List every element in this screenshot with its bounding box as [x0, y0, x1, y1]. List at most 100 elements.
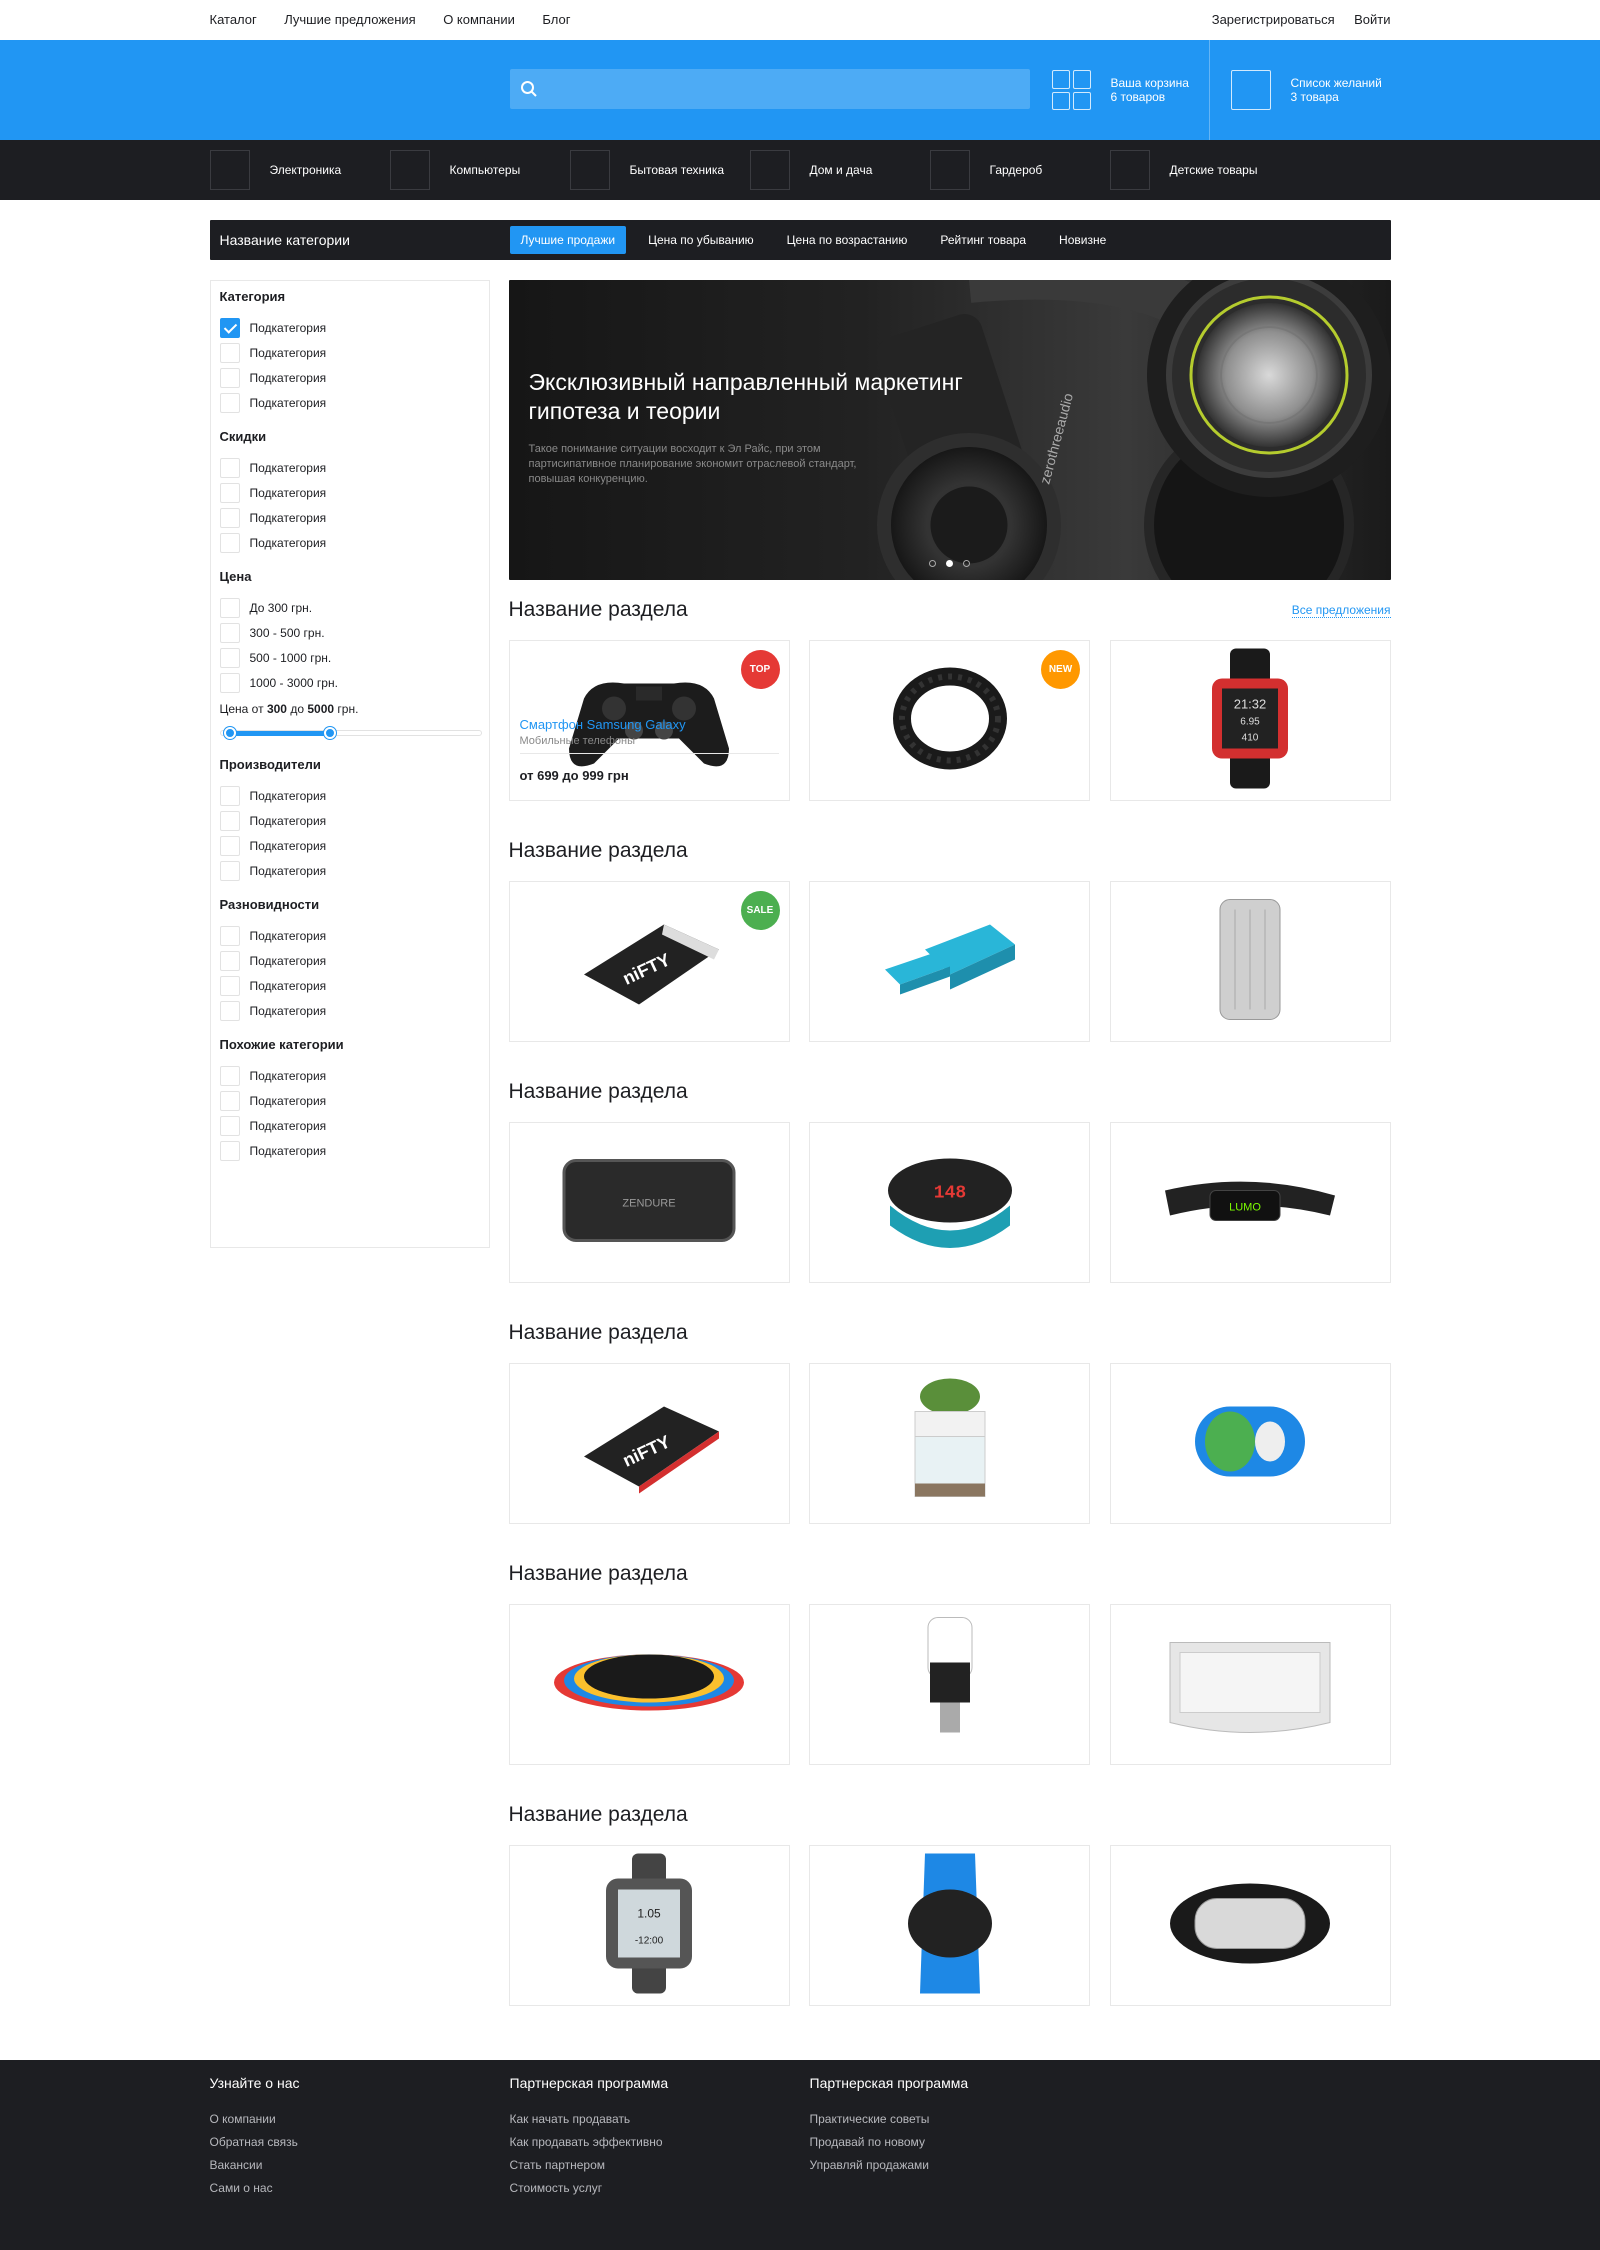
checkbox-icon[interactable]	[219, 647, 240, 668]
filter-checkbox[interactable]: Подкатегория	[219, 833, 489, 858]
checkbox-icon[interactable]	[219, 367, 240, 388]
filter-checkbox[interactable]: Подкатегория	[219, 783, 489, 808]
footer-link[interactable]: Продавай по новому	[810, 2135, 1110, 2149]
filter-checkbox[interactable]: Подкатегория	[219, 998, 489, 1023]
product-card[interactable]	[508, 1604, 790, 1765]
top-nav-best-offers[interactable]: Лучшие предложения	[284, 12, 416, 27]
filter-checkbox[interactable]: Подкатегория	[219, 390, 489, 415]
register-link[interactable]: Зарегистрироваться	[1212, 12, 1335, 27]
filter-checkbox[interactable]: Подкатегория	[219, 505, 489, 530]
filter-checkbox[interactable]: Подкатегория	[219, 1113, 489, 1138]
cart-button[interactable]: Ваша корзина 6 товаров	[1051, 40, 1189, 140]
footer-link[interactable]: Как начать продавать	[510, 2112, 810, 2126]
checkbox-icon[interactable]	[219, 785, 240, 806]
checkbox-icon[interactable]	[219, 860, 240, 881]
tab-price-desc[interactable]: Цена по убыванию	[637, 226, 765, 254]
product-card[interactable]	[1109, 1845, 1391, 2006]
product-card[interactable]: ZENDURE	[508, 1122, 790, 1283]
filter-checkbox[interactable]: Подкатегория	[219, 1088, 489, 1113]
product-card[interactable]: niFTY SALE	[508, 881, 790, 1042]
search-input[interactable]	[509, 69, 1030, 109]
filter-checkbox[interactable]: Подкатегория	[219, 315, 489, 340]
footer-link[interactable]: Практические советы	[810, 2112, 1110, 2126]
tab-price-asc[interactable]: Цена по возрастанию	[776, 226, 919, 254]
checkbox-icon[interactable]	[219, 532, 240, 553]
filter-checkbox[interactable]: Подкатегория	[219, 340, 489, 365]
wishlist-button[interactable]: Список желаний 3 товара	[1230, 40, 1382, 140]
checkbox-icon[interactable]	[219, 317, 240, 338]
checkbox-icon[interactable]	[219, 342, 240, 363]
checkbox-icon[interactable]	[219, 622, 240, 643]
filter-checkbox[interactable]: Подкатегория	[219, 480, 489, 505]
product-card[interactable]: LUMO	[1109, 1122, 1391, 1283]
filter-checkbox[interactable]: Подкатегория	[219, 973, 489, 998]
slider-handle-max[interactable]	[323, 727, 336, 739]
checkbox-icon[interactable]	[219, 1065, 240, 1086]
product-card[interactable]: niFTY	[508, 1363, 790, 1524]
product-card[interactable]	[809, 1363, 1090, 1524]
category-home-garden[interactable]: Дом и дача	[749, 150, 930, 190]
filter-checkbox[interactable]: Подкатегория	[219, 365, 489, 390]
product-card[interactable]: TOP Смартфон Samsung Galaxy Мобильные те…	[508, 640, 790, 801]
product-card[interactable]	[1109, 881, 1391, 1042]
checkbox-icon[interactable]	[219, 1090, 240, 1111]
footer-link[interactable]: Стоимость услуг	[510, 2181, 810, 2195]
tab-best-sellers[interactable]: Лучшие продажи	[509, 226, 627, 254]
filter-checkbox[interactable]: Подкатегория	[219, 923, 489, 948]
checkbox-icon[interactable]	[219, 457, 240, 478]
filter-checkbox[interactable]: 1000 - 3000 грн.	[219, 670, 489, 695]
category-wardrobe[interactable]: Гардероб	[929, 150, 1110, 190]
checkbox-icon[interactable]	[219, 507, 240, 528]
checkbox-icon[interactable]	[219, 950, 240, 971]
filter-checkbox[interactable]: Подкатегория	[219, 455, 489, 480]
top-nav-catalog[interactable]: Каталог	[210, 12, 257, 27]
product-name[interactable]: Смартфон Samsung Galaxy	[520, 717, 779, 732]
search-icon[interactable]	[520, 80, 538, 98]
checkbox-icon[interactable]	[219, 392, 240, 413]
all-offers-link[interactable]: Все предложения	[1291, 603, 1391, 618]
product-card[interactable]: 21:32 6.95 410	[1109, 640, 1391, 801]
footer-link[interactable]: Вакансии	[210, 2158, 510, 2172]
top-nav-about[interactable]: О компании	[443, 12, 515, 27]
product-card[interactable]	[809, 1845, 1090, 2006]
category-computers[interactable]: Компьютеры	[389, 150, 570, 190]
filter-checkbox[interactable]: Подкатегория	[219, 858, 489, 883]
filter-checkbox[interactable]: Подкатегория	[219, 1138, 489, 1163]
tab-rating[interactable]: Рейтинг товара	[929, 226, 1037, 254]
footer-link[interactable]: Сами о нас	[210, 2181, 510, 2195]
filter-checkbox[interactable]: Подкатегория	[219, 808, 489, 833]
checkbox-icon[interactable]	[219, 810, 240, 831]
checkbox-icon[interactable]	[219, 597, 240, 618]
filter-checkbox[interactable]: Подкатегория	[219, 948, 489, 973]
checkbox-icon[interactable]	[219, 1000, 240, 1021]
footer-link[interactable]: Управляй продажами	[810, 2158, 1110, 2172]
product-card[interactable]: NEW	[809, 640, 1090, 801]
product-card[interactable]	[1109, 1363, 1391, 1524]
product-card[interactable]: 1.05 -12:00	[508, 1845, 790, 2006]
product-card[interactable]: 148	[809, 1122, 1090, 1283]
product-card[interactable]	[1109, 1604, 1391, 1765]
checkbox-icon[interactable]	[219, 975, 240, 996]
category-electronics[interactable]: Электроника	[209, 150, 390, 190]
filter-checkbox[interactable]: 500 - 1000 грн.	[219, 645, 489, 670]
slider-handle-min[interactable]	[223, 727, 236, 739]
footer-link[interactable]: Как продавать эффективно	[510, 2135, 810, 2149]
product-card[interactable]	[809, 1604, 1090, 1765]
checkbox-icon[interactable]	[219, 1140, 240, 1161]
filter-checkbox[interactable]: Подкатегория	[219, 530, 489, 555]
footer-link[interactable]: Обратная связь	[210, 2135, 510, 2149]
login-link[interactable]: Войти	[1354, 12, 1390, 27]
checkbox-icon[interactable]	[219, 835, 240, 856]
hero-banner[interactable]: zerothreeaudio Эксклюзивный направленный…	[508, 280, 1391, 580]
filter-checkbox[interactable]: Подкатегория	[219, 1063, 489, 1088]
filter-checkbox[interactable]: До 300 грн.	[219, 595, 489, 620]
product-card[interactable]	[809, 881, 1090, 1042]
checkbox-icon[interactable]	[219, 1115, 240, 1136]
checkbox-icon[interactable]	[219, 925, 240, 946]
footer-link[interactable]: Стать партнером	[510, 2158, 810, 2172]
carousel-dot[interactable]	[928, 560, 936, 567]
carousel-dot[interactable]	[945, 560, 953, 567]
filter-checkbox[interactable]: 300 - 500 грн.	[219, 620, 489, 645]
checkbox-icon[interactable]	[219, 672, 240, 693]
category-appliances[interactable]: Бытовая техника	[569, 150, 750, 190]
